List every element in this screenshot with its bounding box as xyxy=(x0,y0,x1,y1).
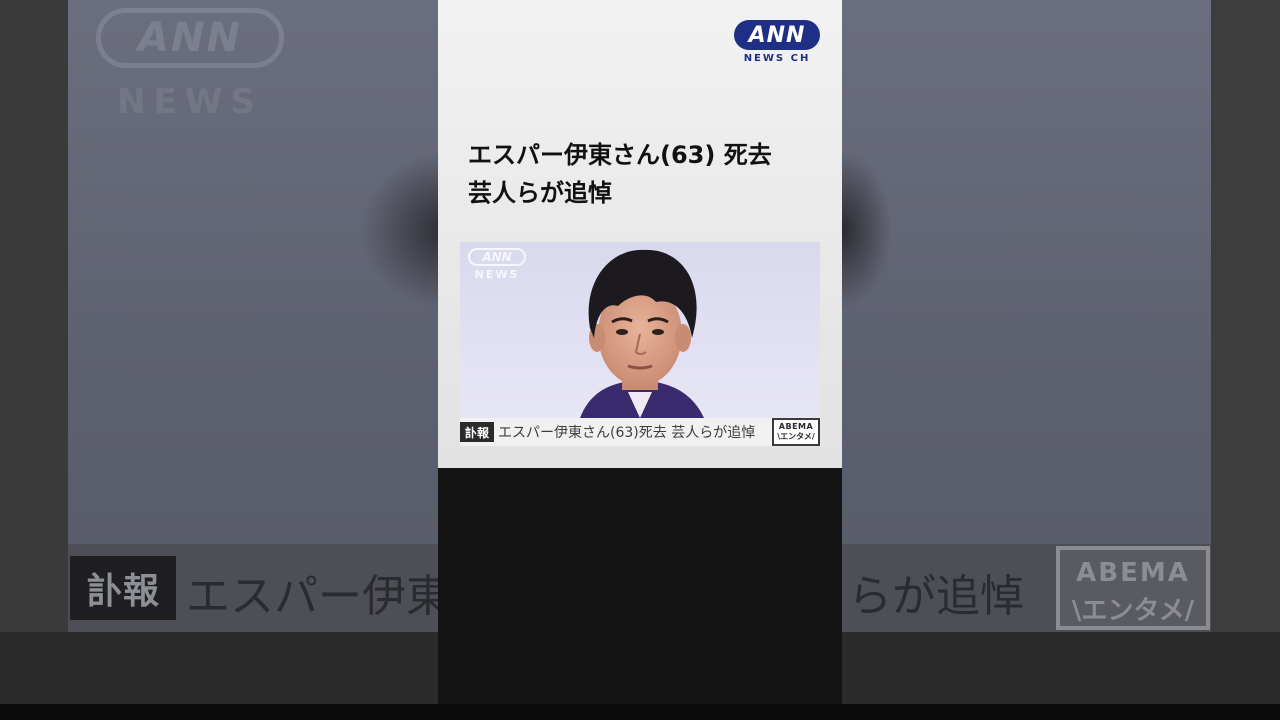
ann-logo-pill: ANN xyxy=(734,20,820,50)
background-bottom-strip xyxy=(0,704,1280,720)
background-ann-logo: ANN xyxy=(96,8,284,68)
headline-line-1: エスパー伊東さん(63) 死去 xyxy=(468,141,772,169)
background-ticker-badge: 訃報 xyxy=(70,556,176,620)
thumbnail-ann-watermark: ANN NEWS xyxy=(468,248,526,281)
background-edge-left xyxy=(0,0,68,632)
thumbnail-abema-logo: ABEMA \エンタメ/ xyxy=(772,418,820,446)
background-news-label: NEWS xyxy=(117,82,263,122)
video-black-area xyxy=(438,468,842,704)
background-hair-right xyxy=(842,150,892,310)
thumbnail-news-label: NEWS xyxy=(474,268,520,281)
background-ann-watermark: ANN NEWS xyxy=(96,8,284,122)
headline: エスパー伊東さん(63) 死去 芸人らが追悼 xyxy=(468,136,818,212)
short-video-card[interactable]: ANN NEWS CH エスパー伊東さん(63) 死去 芸人らが追悼 ANN N… xyxy=(438,0,842,468)
ann-channel-label: NEWS CH xyxy=(743,53,811,64)
background-ticker-text-right: らが追悼 xyxy=(848,571,1024,622)
headline-line-2: 芸人らが追悼 xyxy=(468,179,612,207)
thumbnail-caption-badge: 訃報 xyxy=(460,422,494,442)
ann-news-ch-logo: ANN NEWS CH xyxy=(734,20,820,64)
video-thumbnail[interactable]: ANN NEWS 訃報 エスパー伊東さん(63)死去 芸人らが追悼 ABEMA … xyxy=(460,242,820,446)
background-ticker-text-left: エスパー伊東 xyxy=(186,571,450,622)
background-abema-top: ABEMA xyxy=(1076,558,1190,588)
thumbnail-ann-logo: ANN xyxy=(468,248,526,266)
background-abema-logo: ABEMA \エンタメ/ xyxy=(1056,546,1210,630)
background-abema-bottom: \エンタメ/ xyxy=(1071,596,1195,626)
thumbnail-abema-top: ABEMA xyxy=(778,422,814,431)
thumbnail-abema-bottom: \エンタメ/ xyxy=(777,432,815,441)
background-edge-right xyxy=(1211,0,1280,632)
thumbnail-caption-text: エスパー伊東さん(63)死去 芸人らが追悼 xyxy=(498,425,756,441)
background-hair-left xyxy=(360,150,450,310)
